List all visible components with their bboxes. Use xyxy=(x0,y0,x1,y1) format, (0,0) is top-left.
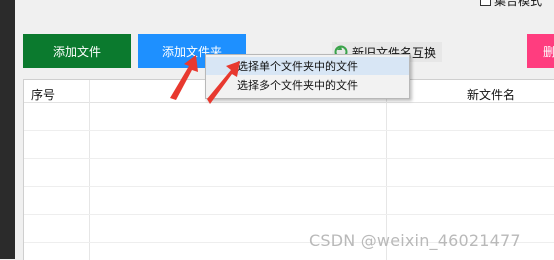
column-divider xyxy=(89,80,90,260)
row-divider xyxy=(24,186,554,187)
menu-item-multiple-folders[interactable]: 选择多个文件夹中的文件 xyxy=(206,76,409,94)
delete-button[interactable]: 删 xyxy=(527,34,554,68)
menu-item-single-folder[interactable]: 选择单个文件夹中的文件 xyxy=(206,57,409,75)
mode-checkbox-label: 集合模式 xyxy=(494,0,543,8)
row-divider xyxy=(24,130,554,131)
top-strip xyxy=(15,0,554,28)
add-folder-dropdown-menu: 选择单个文件夹中的文件 选择多个文件夹中的文件 xyxy=(205,54,410,99)
column-header-seq[interactable]: 序号 xyxy=(31,86,55,103)
row-divider xyxy=(24,158,554,159)
watermark: CSDN @weixin_46021477 xyxy=(309,231,521,250)
column-header-new-name[interactable]: 新文件名 xyxy=(467,86,515,103)
left-edge-panel xyxy=(0,0,15,259)
mode-checkbox[interactable]: 集合模式 xyxy=(480,0,542,9)
row-divider xyxy=(24,214,554,215)
add-file-button[interactable]: 添加文件 xyxy=(23,34,131,68)
checkbox-icon[interactable] xyxy=(480,0,491,6)
